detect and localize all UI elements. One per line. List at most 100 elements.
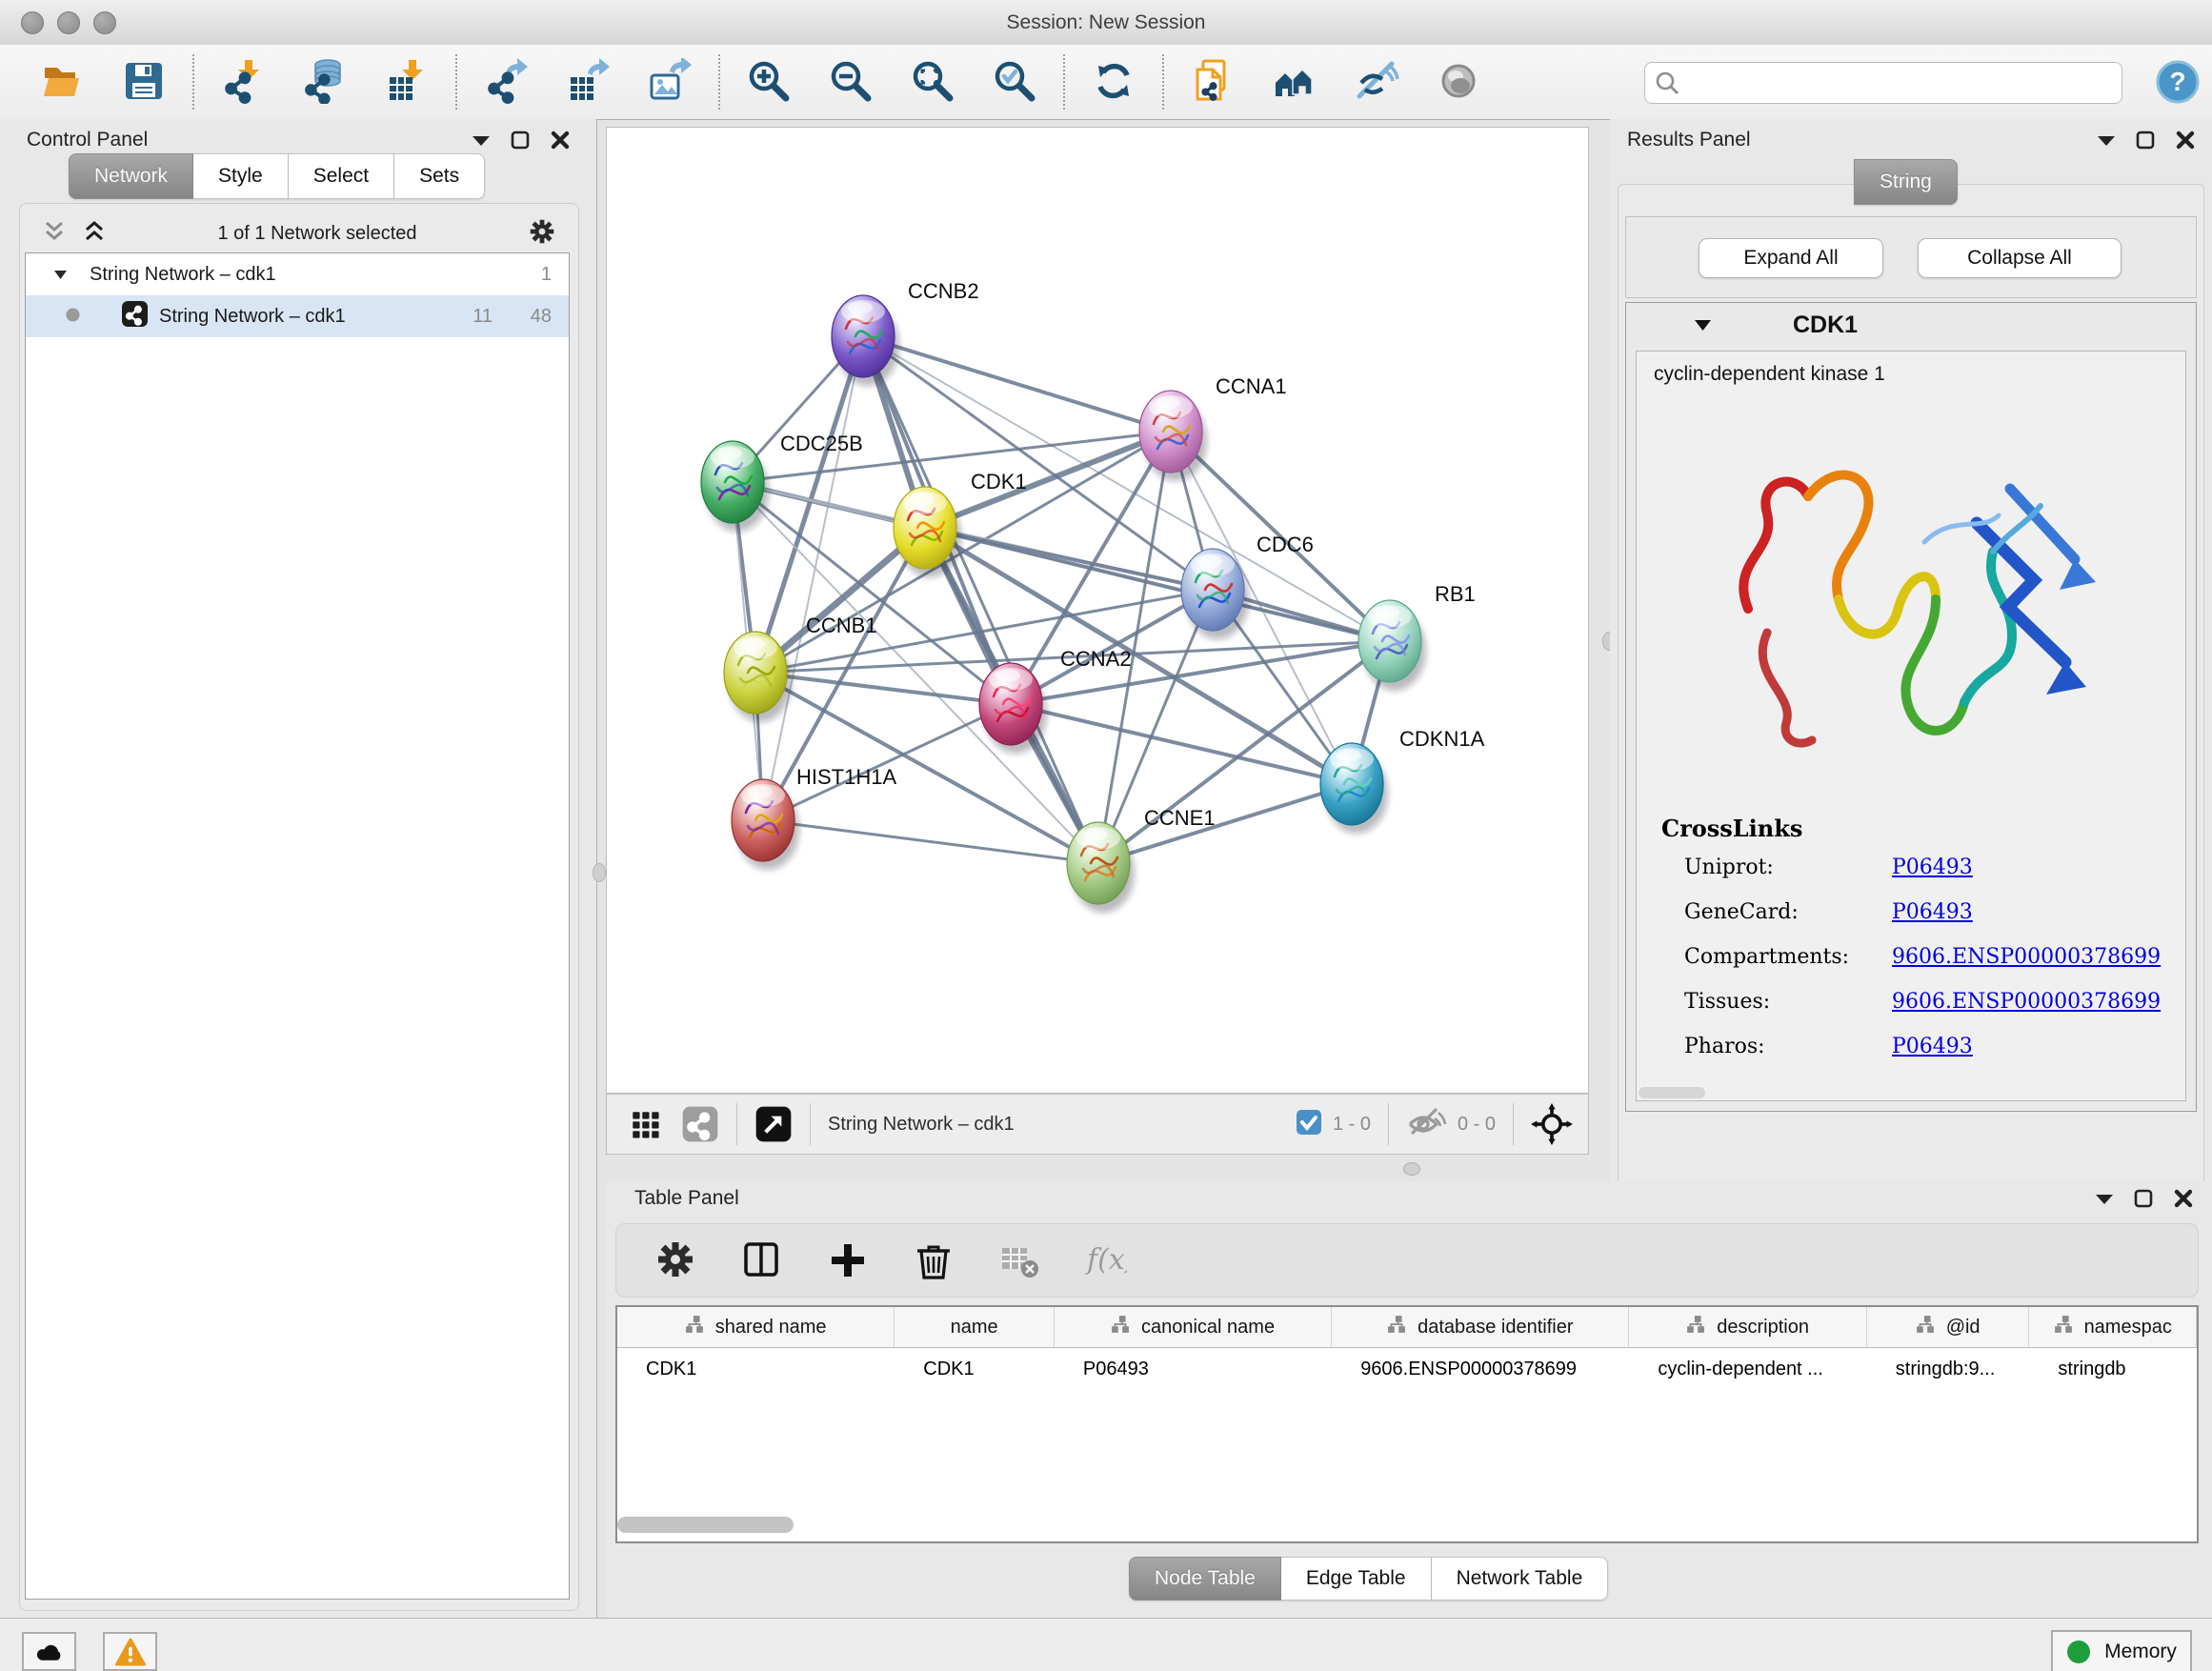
network-collection-row[interactable]: String Network – cdk1 1 [26,253,569,295]
network-edge[interactable] [763,820,1098,863]
network-edge[interactable] [755,673,1011,704]
control-panel-float-icon[interactable] [511,131,530,150]
warnings-button[interactable] [103,1632,157,1671]
settings-gear-icon[interactable] [654,1238,698,1282]
table-cell[interactable]: CDK1 [895,1359,1055,1380]
zoom-in-button[interactable] [745,56,793,108]
add-column-icon[interactable] [826,1238,870,1282]
import-table-file-button[interactable] [383,56,431,108]
results-panel-collapse-icon[interactable] [2098,134,2115,146]
function-builder-icon[interactable]: f(x) [1083,1238,1127,1282]
zoom-fit-button[interactable] [909,56,956,108]
table-cell[interactable]: P06493 [1055,1359,1332,1380]
results-panel-float-icon[interactable] [2136,131,2155,150]
network-edge[interactable] [763,704,1011,820]
network-edge[interactable] [1011,704,1352,784]
network-edge[interactable] [763,336,863,820]
column-header-description[interactable]: description [1629,1307,1866,1347]
column-header-canonical-name[interactable]: canonical name [1055,1307,1332,1347]
export-network-button[interactable] [482,56,530,108]
open-session-button[interactable] [38,56,86,108]
table-horizontal-scrollbar[interactable] [617,1517,794,1533]
network-row-selected[interactable]: String Network – cdk1 11 48 [26,295,569,337]
column-header-name[interactable]: name [895,1307,1055,1347]
left-splitter-handle[interactable] [593,863,606,882]
split-columns-icon[interactable] [740,1238,784,1282]
string-home-button[interactable] [1271,56,1318,108]
expand-all-icon[interactable] [82,219,107,249]
table-cell[interactable]: stringdb:9... [1867,1359,2030,1380]
show-eye-button[interactable] [1435,56,1482,108]
table-row[interactable]: CDK1CDK1P064939606.ENSP00000378699cyclin… [617,1348,2197,1390]
network-node-CDKN1A[interactable]: CDKN1A [1320,727,1485,834]
fit-crosshair-icon[interactable] [1531,1103,1573,1145]
hidden-eye-icon[interactable] [1406,1103,1448,1146]
selected-checkbox-icon[interactable] [1295,1108,1323,1141]
memory-button[interactable]: Memory [2051,1630,2192,1671]
network-node-HIST1H1A[interactable]: HIST1H1A [732,765,896,870]
control-panel-collapse-icon[interactable] [473,134,490,146]
network-edge[interactable] [1098,784,1352,863]
tab-network-table[interactable]: Network Table [1432,1557,1609,1601]
import-network-file-button[interactable] [219,56,267,108]
tab-node-table[interactable]: Node Table [1129,1557,1281,1601]
column-header-database-identifier[interactable]: database identifier [1332,1307,1629,1347]
zoom-out-button[interactable] [827,56,875,108]
network-node-CCNA1[interactable]: CCNA1 [1139,374,1287,481]
horizontal-splitter-handle[interactable] [1403,1162,1420,1176]
search-input[interactable] [1687,65,2110,99]
hide-glasses-button[interactable] [1353,56,1400,108]
network-edge[interactable] [925,528,1390,641]
share-network-icon[interactable] [681,1105,719,1143]
network-edge[interactable] [863,336,1098,863]
birdseye-view-icon[interactable] [754,1105,793,1143]
crosslink-value-link[interactable]: 9606.ENSP00000378699 [1892,945,2161,969]
table-panel-close-icon[interactable] [2174,1189,2193,1208]
control-panel-close-icon[interactable] [551,131,570,150]
network-node-CCNB2[interactable]: CCNB2 [832,279,979,386]
column-header-@id[interactable]: @id [1867,1307,2030,1347]
crosslink-value-link[interactable]: P06493 [1892,856,1973,879]
grid-view-icon[interactable] [626,1105,664,1143]
delete-table-icon[interactable] [997,1238,1041,1282]
table-cell[interactable]: CDK1 [617,1359,895,1380]
tab-select[interactable]: Select [289,153,394,199]
network-edge[interactable] [863,336,1171,432]
refresh-view-button[interactable] [1090,56,1137,108]
results-panel-close-icon[interactable] [2176,131,2195,150]
network-edge[interactable] [863,336,1390,641]
collapse-all-icon[interactable] [42,219,67,249]
crosslink-value-link[interactable]: P06493 [1892,900,1973,924]
network-options-gear-icon[interactable] [528,217,556,251]
network-graph[interactable]: CCNB2 CCNA1 CDC25B CDK1 CDC6 [607,128,1588,1093]
import-network-database-button[interactable] [301,56,349,108]
crosslink-value-link[interactable]: 9606.ENSP00000378699 [1892,990,2161,1014]
table-panel-collapse-icon[interactable] [2096,1193,2113,1204]
table-cell[interactable]: 9606.ENSP00000378699 [1332,1359,1629,1380]
crosslink-value-link[interactable]: P06493 [1892,1035,1973,1058]
network-view-canvas[interactable]: CCNB2 CCNA1 CDC25B CDK1 CDC6 [606,127,1589,1094]
cloud-status-button[interactable] [22,1632,76,1671]
network-node-RB1[interactable]: RB1 [1358,582,1476,691]
tab-string[interactable]: String [1854,159,1958,205]
save-session-button[interactable] [120,56,168,108]
tab-edge-table[interactable]: Edge Table [1281,1557,1432,1601]
zoom-selected-button[interactable] [991,56,1038,108]
column-header-shared-name[interactable]: shared name [617,1307,895,1347]
network-node-CCNE1[interactable]: CCNE1 [1067,806,1216,913]
collapse-all-button[interactable]: Collapse All [1918,238,2122,278]
tab-network[interactable]: Network [69,153,193,199]
tab-sets[interactable]: Sets [394,153,485,199]
expand-all-button[interactable]: Expand All [1699,238,1883,278]
table-cell[interactable]: stringdb [2029,1359,2197,1380]
result-entry-header[interactable]: CDK1 [1626,303,2196,347]
share-document-button[interactable] [1189,56,1237,108]
tab-style[interactable]: Style [193,153,289,199]
delete-column-icon[interactable] [912,1238,955,1282]
table-cell[interactable]: cyclin-dependent ... [1629,1359,1866,1380]
table-panel-float-icon[interactable] [2134,1189,2153,1208]
export-image-button[interactable] [646,56,694,108]
results-scrollbar[interactable] [1639,1087,1705,1098]
column-header-namespac[interactable]: namespac [2029,1307,2197,1347]
network-node-CCNA2[interactable]: CCNA2 [979,647,1132,754]
